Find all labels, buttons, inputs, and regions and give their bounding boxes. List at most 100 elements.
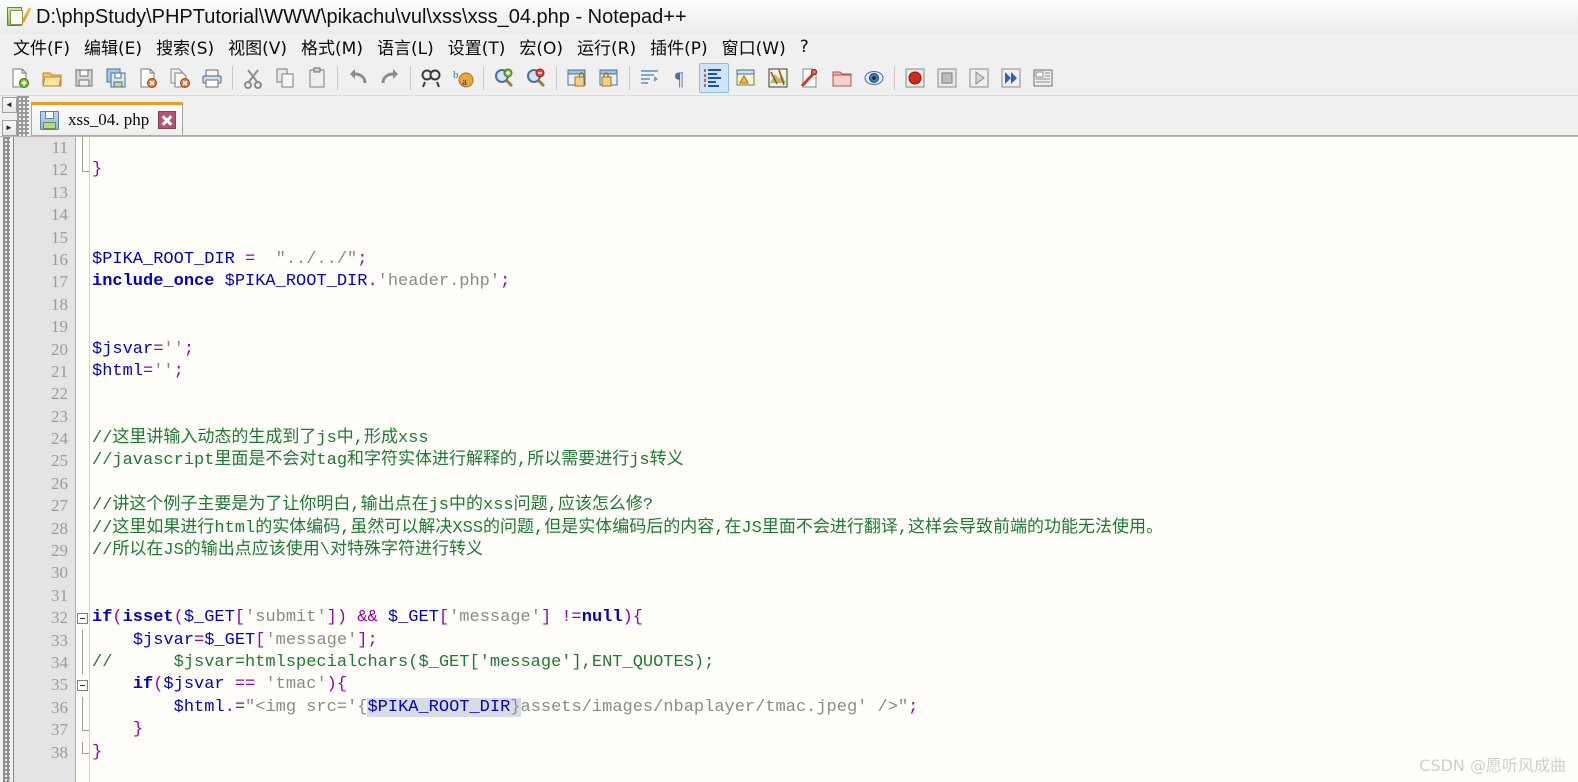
save-macro-icon[interactable]	[1028, 63, 1058, 93]
code-folding-column[interactable]	[76, 137, 90, 782]
menu-macro[interactable]: 宏(O)	[512, 33, 570, 61]
stop-recording-icon[interactable]	[932, 63, 962, 93]
find-icon[interactable]	[416, 63, 446, 93]
toolbar-separator	[894, 65, 895, 90]
menu-help[interactable]: ?	[793, 36, 816, 59]
close-tab-icon[interactable]	[158, 111, 177, 129]
code-line[interactable]	[92, 562, 1578, 584]
code-line[interactable]: if(isset($_GET['submit']) && $_GET['mess…	[92, 607, 1578, 629]
editor-drag-handle[interactable]	[0, 137, 14, 782]
code-line[interactable]: if($jsvar == 'tmac'){	[92, 674, 1578, 696]
line-number-gutter: 11 12 13 14 15 16 17 18 19 20 21 22 23 24 25 26 27 28 29 30…	[14, 137, 76, 782]
code-line[interactable]	[92, 383, 1578, 405]
line-number: 22	[51, 384, 68, 404]
cut-icon[interactable]	[238, 63, 268, 93]
function-list-icon[interactable]	[795, 63, 825, 93]
user-defined-language-icon[interactable]	[731, 63, 761, 93]
monitor-icon[interactable]	[859, 63, 889, 93]
editor-area[interactable]: 11 12 13 14 15 16 17 18 19 20 21 22 23 24 25 26 27 28 29 30…	[0, 136, 1578, 782]
record-macro-icon[interactable]	[900, 63, 930, 93]
redo-icon[interactable]	[375, 63, 405, 93]
code-line[interactable]: }	[92, 719, 1578, 741]
code-line[interactable]: //所以在JS的输出点应该使用\对特殊字符进行转义	[92, 540, 1578, 562]
tab-scroll-buttons[interactable]: ◄ ►	[0, 96, 17, 136]
run-macro-multiple-icon[interactable]	[996, 63, 1026, 93]
code-line[interactable]	[92, 406, 1578, 428]
open-folder-icon[interactable]	[37, 63, 67, 93]
notepadpp-window: D:\phpStudy\PHPTutorial\WWW\pikachu\vul\…	[0, 0, 1578, 782]
folder-as-workspace-icon[interactable]	[827, 63, 857, 93]
code-line[interactable]: //讲这个例子主要是为了让你明白,输出点在js中的xss问题,应该怎么修?	[92, 495, 1578, 517]
line-number: 31	[51, 585, 68, 605]
tab-bar-drag-handle[interactable]	[17, 96, 29, 136]
code-line[interactable]: $html.="<img src='{$PIKA_ROOT_DIR}assets…	[92, 697, 1578, 719]
replace-icon[interactable]: ba	[448, 63, 478, 93]
copy-icon[interactable]	[270, 63, 300, 93]
menu-search[interactable]: 搜索(S)	[149, 33, 221, 61]
code-line[interactable]: $jsvar='';	[92, 339, 1578, 361]
sync-vertical-scroll-icon[interactable]	[562, 63, 592, 93]
word-wrap-icon[interactable]	[635, 63, 665, 93]
svg-text:b: b	[453, 69, 459, 81]
indent-guide-icon[interactable]	[699, 62, 729, 93]
fold-marker	[76, 294, 89, 316]
code-line[interactable]: // $jsvar=htmlspecialchars($_GET['messag…	[92, 652, 1578, 674]
paste-icon[interactable]	[302, 63, 332, 93]
zoom-out-icon[interactable]	[521, 63, 551, 93]
code-line[interactable]	[92, 227, 1578, 249]
code-content[interactable]: } $PIKA_ROOT_DIR = "../../"; include_once…	[90, 137, 1578, 782]
menu-edit[interactable]: 编辑(E)	[77, 33, 149, 61]
code-line[interactable]	[92, 204, 1578, 226]
code-line[interactable]	[92, 137, 1578, 159]
fold-collapse-box[interactable]	[77, 680, 88, 692]
fold-marker	[76, 249, 89, 271]
code-line[interactable]: $jsvar=$_GET['message'];	[92, 630, 1578, 652]
close-all-files-icon[interactable]	[165, 63, 195, 93]
line-number: 27	[51, 496, 68, 516]
close-file-icon[interactable]	[133, 63, 163, 93]
menu-language[interactable]: 语言(L)	[370, 33, 441, 61]
zoom-in-icon[interactable]	[489, 63, 519, 93]
menu-file[interactable]: 文件(F)	[6, 33, 77, 61]
menu-format[interactable]: 格式(M)	[294, 33, 370, 61]
menu-window[interactable]: 窗口(W)	[715, 33, 793, 61]
fold-marker[interactable]	[76, 607, 89, 629]
tab-scroll-left-icon[interactable]: ◄	[1, 97, 17, 113]
play-macro-icon[interactable]	[964, 63, 994, 93]
code-line[interactable]: //这里如果进行html的实体编码,虽然可以解决XSS的问题,但是实体编码后的内…	[92, 518, 1578, 540]
line-number: 30	[51, 563, 68, 583]
code-line[interactable]	[92, 585, 1578, 607]
tab-xss-04-php[interactable]: xss_04. php	[31, 102, 184, 135]
code-line[interactable]: }	[92, 742, 1578, 764]
code-line[interactable]	[92, 182, 1578, 204]
code-line[interactable]	[92, 316, 1578, 338]
fold-marker	[76, 696, 89, 720]
menu-settings[interactable]: 设置(T)	[441, 33, 513, 61]
undo-icon[interactable]	[343, 63, 373, 93]
save-icon[interactable]	[69, 63, 99, 93]
code-line[interactable]: $html='';	[92, 361, 1578, 383]
code-line[interactable]: $PIKA_ROOT_DIR = "../../";	[92, 249, 1578, 271]
fold-collapse-box[interactable]	[77, 612, 88, 624]
menu-view[interactable]: 视图(V)	[221, 33, 294, 61]
line-number: 14	[51, 205, 68, 225]
menu-plugins[interactable]: 插件(P)	[643, 33, 715, 61]
print-icon[interactable]	[197, 63, 227, 93]
menu-run[interactable]: 运行(R)	[570, 33, 643, 61]
line-number: 38	[51, 742, 68, 762]
code-line[interactable]: }	[92, 159, 1578, 181]
code-line[interactable]	[92, 294, 1578, 316]
new-file-icon[interactable]	[5, 63, 35, 93]
tab-scroll-right-icon[interactable]: ►	[1, 120, 17, 136]
fold-marker[interactable]	[76, 674, 89, 696]
document-map-icon[interactable]	[763, 63, 793, 93]
code-line[interactable]: //javascript里面是不会对tag和字符实体进行解释的,所以需要进行js…	[92, 450, 1578, 472]
save-all-icon[interactable]	[101, 63, 131, 93]
show-all-characters-icon[interactable]: ¶	[667, 63, 697, 93]
sync-horizontal-scroll-icon[interactable]	[594, 63, 624, 93]
code-line[interactable]	[92, 473, 1578, 495]
code-line[interactable]: include_once $PIKA_ROOT_DIR.'header.php'…	[92, 271, 1578, 293]
code-line[interactable]: //这里讲输入动态的生成到了js中,形成xss	[92, 428, 1578, 450]
line-number: 23	[51, 406, 68, 426]
fold-marker	[76, 316, 89, 338]
